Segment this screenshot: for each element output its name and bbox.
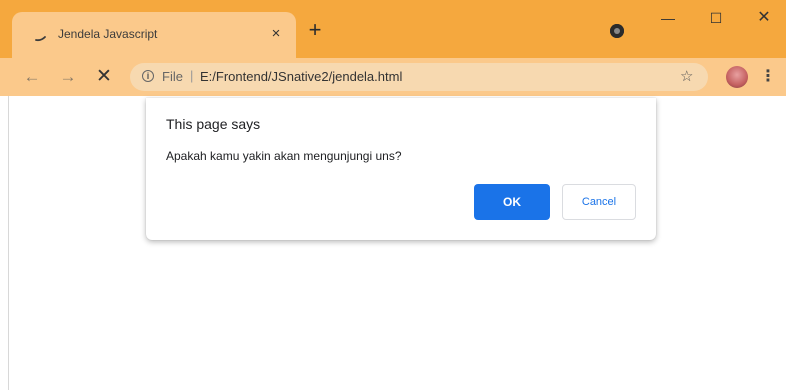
media-indicator-icon[interactable]: [610, 24, 624, 38]
browser-toolbar: ← → ✕ i File | E:/Frontend/JSnative2/jen…: [0, 58, 786, 96]
url-separator: |: [190, 68, 194, 83]
ok-button[interactable]: OK: [474, 184, 550, 220]
scheme-label: File: [162, 69, 183, 84]
forward-arrow-icon[interactable]: →: [56, 65, 80, 89]
dialog-title: This page says: [166, 116, 261, 132]
new-tab-icon[interactable]: +: [304, 19, 326, 42]
kebab-menu-icon[interactable]: ⋮: [760, 66, 776, 88]
loading-spinner-icon: [35, 36, 46, 42]
profile-avatar[interactable]: [726, 66, 748, 88]
browser-window: Jendela Javascript × + — ☐ ✕ ← → ✕ i Fil…: [0, 0, 786, 390]
browser-tab[interactable]: Jendela Javascript ×: [12, 12, 296, 58]
tab-title: Jendela Javascript: [58, 27, 158, 41]
page-edge-divider: [8, 96, 9, 390]
stop-loading-icon[interactable]: ✕: [92, 65, 116, 89]
info-icon[interactable]: i: [142, 70, 154, 82]
back-arrow-icon[interactable]: ←: [20, 65, 44, 89]
maximize-icon[interactable]: ☐: [696, 6, 736, 30]
alert-dialog: This page says Apakah kamu yakin akan me…: [146, 98, 656, 240]
url-text[interactable]: E:/Frontend/JSnative2/jendela.html: [200, 69, 402, 84]
cancel-button[interactable]: Cancel: [562, 184, 636, 220]
window-close-icon[interactable]: ✕: [744, 6, 784, 30]
bookmark-star-icon[interactable]: ☆: [680, 67, 693, 85]
dialog-message: Apakah kamu yakin akan mengunjungi uns?: [166, 149, 402, 163]
address-bar[interactable]: i File | E:/Frontend/JSnative2/jendela.h…: [130, 63, 708, 91]
minimize-icon[interactable]: —: [648, 6, 688, 30]
tab-close-icon[interactable]: ×: [266, 24, 286, 44]
tab-strip: Jendela Javascript × + — ☐ ✕: [0, 0, 786, 58]
